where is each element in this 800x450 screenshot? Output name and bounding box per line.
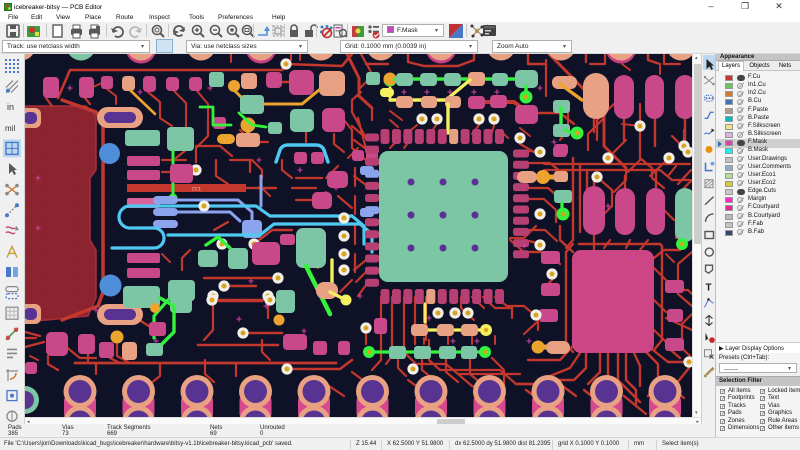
svg-text:mil: mil [5,124,15,133]
svg-text:CC1: CC1 [192,187,201,193]
svg-text:in: in [7,102,14,112]
svg-text:T: T [706,282,712,293]
